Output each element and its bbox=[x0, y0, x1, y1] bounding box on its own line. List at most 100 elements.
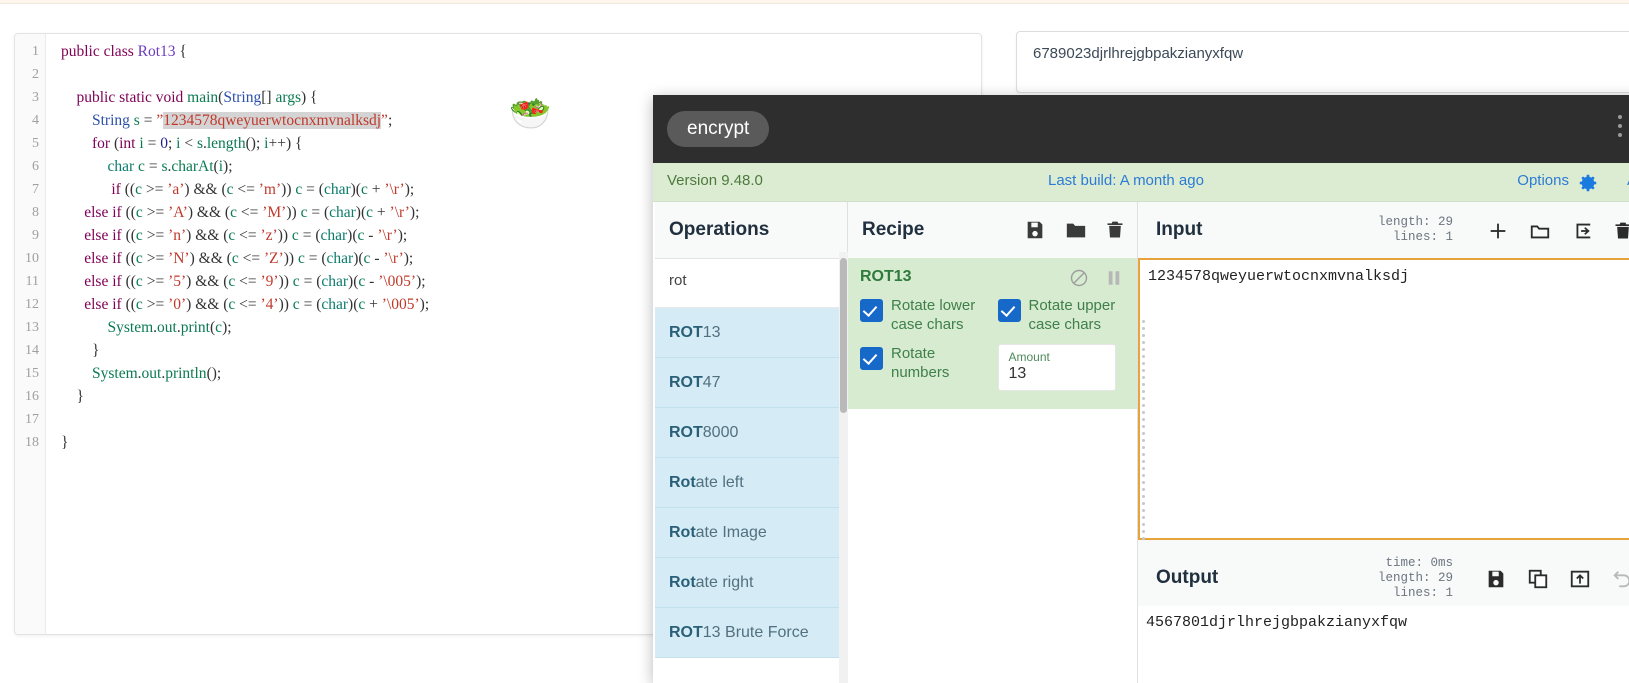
operations-list[interactable]: ROT13 ROT47 ROT8000 Rotate left Rotate Image… bbox=[655, 308, 847, 658]
line-number: 13 bbox=[25, 320, 39, 335]
operation-name-rest: 47 bbox=[702, 374, 721, 391]
input-header: Input length: 29 lines: 1 bbox=[1138, 202, 1629, 259]
window-titlebar: encrypt bbox=[653, 95, 1629, 163]
recipe-operation-rot13[interactable]: ROT13 Rotate lower case chars Rotate upp… bbox=[848, 258, 1137, 409]
output-meta: time: 0ms length: 29 lines: 1 bbox=[1378, 556, 1453, 601]
folder-icon[interactable] bbox=[1065, 219, 1087, 241]
line-number: 11 bbox=[25, 274, 39, 289]
io-panel: Input length: 29 lines: 1 1234578qweyuer… bbox=[1138, 202, 1629, 683]
operation-match-prefix: Rot bbox=[669, 474, 696, 491]
io-splitter[interactable] bbox=[1138, 540, 1629, 553]
browser-tab-encrypt[interactable]: encrypt bbox=[667, 111, 770, 147]
disable-icon[interactable] bbox=[1069, 268, 1089, 288]
output-time-label: time: bbox=[1385, 556, 1423, 570]
output-toolbar bbox=[1469, 550, 1629, 606]
clear-icon[interactable] bbox=[1613, 220, 1629, 242]
operations-scrollbar-track[interactable] bbox=[839, 252, 848, 683]
page-text-input-value: 6789023djrlhrejgbpakzianyxfqw bbox=[1033, 45, 1244, 62]
output-textarea[interactable]: 4567801djrlhrejgbpakzianyxfqw bbox=[1138, 606, 1629, 683]
operation-name-rest: ate left bbox=[695, 474, 744, 491]
line-number: 1 bbox=[32, 44, 39, 59]
recipe-toolbar bbox=[1011, 202, 1125, 258]
output-length-label: length: bbox=[1377, 571, 1431, 585]
line-number: 14 bbox=[25, 343, 39, 358]
code-line: 1 public class Rot13 { bbox=[15, 40, 981, 63]
gear-icon[interactable] bbox=[1577, 172, 1599, 194]
arg-amount[interactable]: Amount 13 bbox=[997, 344, 1126, 391]
line-content: System.out.println(); bbox=[92, 365, 222, 382]
line-content: else if ((c >= ’n’) && (c <= ’z’)) c = (… bbox=[84, 227, 408, 244]
undo-icon[interactable] bbox=[1611, 568, 1629, 590]
operation-list-item[interactable]: ROT13 Brute Force bbox=[655, 608, 847, 658]
operation-match-prefix: ROT bbox=[669, 424, 703, 441]
recipe-args-row-2: Rotate numbers Amount 13 bbox=[860, 344, 1125, 391]
operation-list-item[interactable]: Rotate right bbox=[655, 558, 847, 608]
pause-icon[interactable] bbox=[1105, 268, 1123, 288]
add-tab-icon[interactable] bbox=[1487, 220, 1509, 242]
open-folder-icon[interactable] bbox=[1529, 220, 1551, 242]
recipe-title: Recipe bbox=[862, 219, 925, 240]
checkbox-rotate-upper[interactable] bbox=[997, 299, 1021, 322]
open-file-icon[interactable] bbox=[1571, 220, 1593, 242]
page-text-input[interactable]: 6789023djrlhrejgbpakzianyxfqw bbox=[1016, 31, 1629, 93]
app-banner: Version 9.48.0 Last build: A month ago O… bbox=[653, 163, 1629, 202]
line-content: } bbox=[92, 342, 100, 359]
operation-name-rest: ate right bbox=[695, 574, 754, 591]
input-meta: length: 29 lines: 1 bbox=[1378, 215, 1453, 245]
save-icon[interactable] bbox=[1485, 568, 1507, 590]
line-content: } bbox=[61, 434, 69, 451]
operations-search-input[interactable]: rot bbox=[655, 259, 847, 308]
operation-list-item[interactable]: ROT13 bbox=[655, 308, 847, 358]
replace-input-icon[interactable] bbox=[1569, 568, 1591, 590]
output-lines-value: 1 bbox=[1445, 586, 1453, 600]
arg-rotate-numbers[interactable]: Rotate numbers bbox=[860, 344, 988, 391]
trash-icon[interactable] bbox=[1105, 219, 1125, 241]
operations-panel: Operations rot ROT13 ROT47 ROT8000 Rotate l… bbox=[655, 202, 848, 683]
line-number: 9 bbox=[32, 228, 39, 243]
salad-bowl-emoji: 🥗 bbox=[509, 95, 552, 133]
output-title: Output bbox=[1156, 567, 1219, 588]
input-textarea[interactable]: 1234578qweyuerwtocnxmvnalksdj bbox=[1138, 258, 1629, 680]
input-lines-value: 1 bbox=[1445, 230, 1453, 244]
line-content: if ((c >= ’a’) && (c <= ’m’)) c = (char)… bbox=[111, 181, 415, 198]
line-number: 12 bbox=[25, 297, 39, 312]
operation-name-rest: 13 Brute Force bbox=[702, 624, 809, 641]
version-label: Version 9.48.0 bbox=[667, 172, 763, 189]
input-length-label: length: bbox=[1377, 215, 1431, 229]
operation-list-item[interactable]: Rotate Image bbox=[655, 508, 847, 558]
line-content: System.out.print(c); bbox=[107, 319, 232, 336]
amount-field[interactable]: Amount 13 bbox=[997, 344, 1116, 391]
checkbox-rotate-numbers[interactable] bbox=[860, 347, 883, 370]
operation-list-item[interactable]: ROT47 bbox=[655, 358, 847, 408]
label-rotate-lower: Rotate lower case chars bbox=[891, 297, 976, 333]
input-value: 1234578qweyuerwtocnxmvnalksdj bbox=[1148, 268, 1410, 285]
line-number: 15 bbox=[25, 366, 39, 381]
line-content: else if ((c >= ’A’) && (c <= ’M’)) c = (… bbox=[84, 204, 420, 221]
options-link[interactable]: Options bbox=[1517, 172, 1569, 189]
recipe-panel: Recipe ROT13 Rotate lower case chars Rot… bbox=[839, 202, 1138, 683]
output-header: Output time: 0ms length: 29 lines: 1 bbox=[1138, 550, 1629, 607]
input-lines-label: lines: bbox=[1392, 230, 1438, 244]
last-build-link[interactable]: Last build: A month ago bbox=[1048, 172, 1204, 189]
output-length-value: 29 bbox=[1437, 571, 1453, 585]
operation-match-prefix: ROT bbox=[669, 624, 703, 641]
line-number: 4 bbox=[32, 113, 39, 128]
label-rotate-upper: Rotate upper case chars bbox=[1028, 297, 1116, 333]
cyberchef-window[interactable]: encrypt Version 9.48.0 Last build: A mon… bbox=[653, 95, 1629, 683]
copy-icon[interactable] bbox=[1527, 568, 1549, 590]
operations-scrollbar-thumb[interactable] bbox=[840, 258, 847, 413]
operation-list-item[interactable]: Rotate left bbox=[655, 458, 847, 508]
code-line: 2 bbox=[15, 63, 981, 86]
operation-list-item[interactable]: ROT8000 bbox=[655, 408, 847, 458]
save-icon[interactable] bbox=[1024, 219, 1046, 241]
operation-match-prefix: Rot bbox=[669, 524, 696, 541]
recipe-body[interactable]: ROT13 Rotate lower case chars Rotate upp… bbox=[848, 258, 1137, 683]
input-title: Input bbox=[1156, 219, 1203, 240]
line-content: else if ((c >= ’N’) && (c <= ’Z’)) c = (… bbox=[84, 250, 414, 267]
kebab-menu-icon[interactable] bbox=[1611, 115, 1629, 143]
checkbox-rotate-lower[interactable] bbox=[860, 299, 883, 322]
operation-name-rest: ate Image bbox=[695, 524, 767, 541]
arg-rotate-lower[interactable]: Rotate lower case chars bbox=[860, 296, 988, 334]
arg-rotate-upper[interactable]: Rotate upper case chars bbox=[997, 296, 1126, 334]
line-content: char c = s.charAt(i); bbox=[107, 158, 233, 175]
